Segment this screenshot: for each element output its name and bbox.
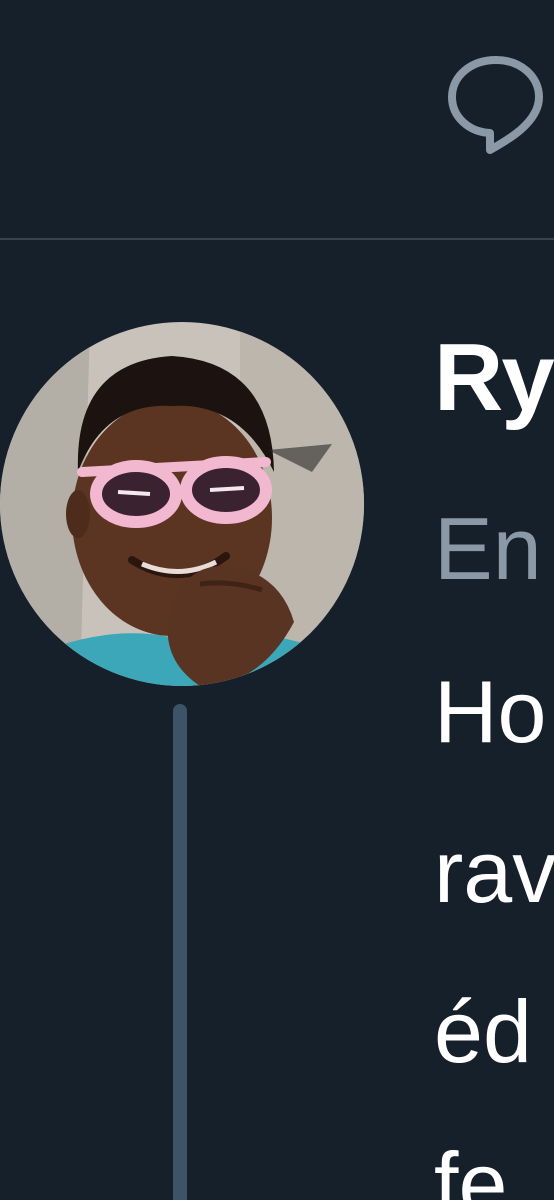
author-avatar[interactable] <box>0 322 364 686</box>
tweet-text-line-1: Ho <box>434 662 547 761</box>
tweet-text-line-2: rav <box>434 822 554 921</box>
author-handle[interactable]: En <box>434 505 542 593</box>
thread-connector-line <box>173 704 187 1200</box>
reply-icon[interactable] <box>444 52 548 156</box>
tweet-text-line-3: éd <box>434 982 532 1081</box>
tweet-text-line-4: fe <box>434 1134 508 1200</box>
author-display-name[interactable]: Ry <box>434 330 554 426</box>
tweet-divider <box>0 238 554 240</box>
timeline-screen: Ry En Ho rav éd fe <box>0 0 554 1200</box>
